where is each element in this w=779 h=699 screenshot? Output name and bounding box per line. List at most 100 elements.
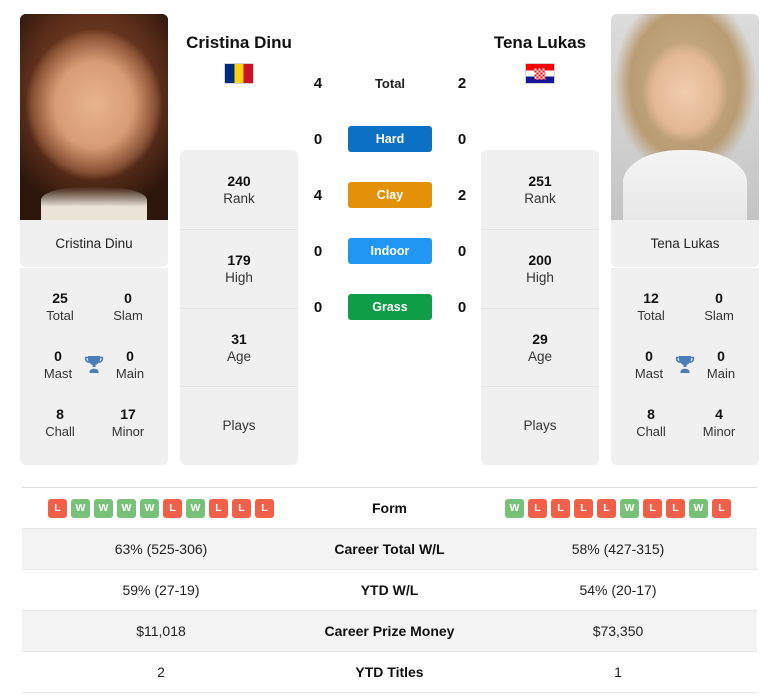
form-badge-loss: L [163, 498, 182, 518]
titles-cell: 8 Chall [625, 406, 677, 440]
player-photo-caption-left: Cristina Dinu [20, 220, 168, 267]
h2h-score-right: 0 [457, 130, 467, 148]
stat-value: 179 [227, 251, 251, 268]
stat-row-high: 200 High [481, 228, 599, 308]
titles-row: 0 Mast 0 Main [20, 336, 168, 394]
titles-cell: 25 Total [34, 290, 86, 324]
value-left: $11,018 [22, 610, 300, 652]
h2h-row-clay: 4 Clay 2 [305, 167, 475, 223]
titles-value: 0 [126, 348, 134, 365]
comparison-table: LWWWWLWLLL Form WLLLLWLLWL 63% (525-306)… [22, 487, 757, 693]
row-label: Form [300, 487, 479, 529]
stat-row-rank: 240 Rank [180, 150, 298, 229]
value-right: 54% (20-17) [479, 569, 757, 611]
titles-value: 8 [647, 406, 655, 423]
stat-value: 240 [227, 172, 251, 189]
titles-row: 0 Mast 0 Main [611, 336, 759, 394]
value-right: 58% (427-315) [479, 528, 757, 570]
surface-badge-indoor[interactable]: Indoor [348, 238, 432, 264]
stat-label: High [225, 269, 253, 285]
titles-value: 4 [715, 406, 723, 423]
titles-label: Minor [702, 423, 736, 439]
titles-cell: 0 Main [697, 348, 745, 382]
stat-row-age: 29 Age [481, 307, 599, 387]
flag-romania-icon [224, 63, 254, 84]
titles-cell: 12 Total [625, 290, 677, 324]
titles-value: 0 [717, 348, 725, 365]
player-comparison-page: Cristina Dinu Tena Lukas 25 Total 0 Slam [0, 0, 779, 699]
h2h-row-hard: 0 Hard 0 [305, 111, 475, 167]
player-photo-card-left[interactable]: Cristina Dinu [20, 14, 168, 267]
form-badge-win: W [117, 498, 136, 518]
stat-label: Plays [222, 418, 256, 434]
titles-row: 8 Chall 4 Minor [611, 394, 759, 452]
surface-badge-clay[interactable]: Clay [348, 182, 432, 208]
titles-value: 25 [52, 290, 68, 307]
form-badge-win: W [689, 498, 708, 518]
table-row: 59% (27-19) YTD W/L 54% (20-17) [22, 569, 757, 611]
player-photo-card-right[interactable]: Tena Lukas [611, 14, 759, 267]
h2h-score-left: 0 [313, 298, 323, 316]
row-label: YTD Titles [300, 651, 479, 693]
form-badge-loss: L [666, 498, 685, 518]
stat-label: Rank [223, 190, 255, 206]
form-cell-right: WLLLLWLLWL [479, 487, 757, 529]
form-badge-loss: L [528, 498, 547, 518]
stat-row-age: 31 Age [180, 307, 298, 387]
form-strip-right: WLLLLWLLWL [479, 498, 757, 518]
titles-label: Main [115, 365, 145, 381]
lanyard-detail [671, 149, 686, 220]
stat-row-plays: Plays [481, 386, 599, 465]
trophy-icon [675, 356, 695, 373]
value-right: $73,350 [479, 610, 757, 652]
stat-label: Rank [524, 190, 556, 206]
h2h-row-grass: 0 Grass 0 [305, 279, 475, 335]
player-photo-caption-right: Tena Lukas [611, 220, 759, 267]
stat-value: 200 [528, 251, 552, 268]
stat-row-high: 179 High [180, 228, 298, 308]
surface-badge-hard[interactable]: Hard [348, 126, 432, 152]
row-label: Career Total W/L [300, 528, 479, 570]
titles-value: 12 [643, 290, 659, 307]
h2h-score-right: 2 [457, 186, 467, 204]
titles-label: Chall [636, 423, 666, 439]
stat-label: High [526, 269, 554, 285]
value-left: 59% (27-19) [22, 569, 300, 611]
form-badge-win: W [620, 498, 639, 518]
form-badge-loss: L [255, 498, 274, 518]
stat-value: 29 [532, 330, 548, 347]
player-photo-left [20, 14, 168, 220]
titles-label: Chall [45, 423, 75, 439]
row-label: Career Prize Money [300, 610, 479, 652]
titles-block-left: 25 Total 0 Slam 0 Mast 0 Main 8 Chall 17… [20, 268, 168, 465]
h2h-score-right: 0 [457, 242, 467, 260]
stat-value: 251 [528, 172, 552, 189]
surface-badge-grass[interactable]: Grass [348, 294, 432, 320]
titles-block-right: 12 Total 0 Slam 0 Mast 0 Main 8 Chall 4 … [611, 268, 759, 465]
form-badge-loss: L [232, 498, 251, 518]
titles-label: Mast [43, 365, 73, 381]
table-row: 63% (525-306) Career Total W/L 58% (427-… [22, 528, 757, 570]
titles-cell: 0 Mast [34, 348, 82, 382]
titles-label: Mast [634, 365, 664, 381]
titles-value: 0 [645, 348, 653, 365]
form-badge-loss: L [209, 498, 228, 518]
head-to-head-column: 4 Total 2 0 Hard 0 4 Clay 2 0 Indoor 0 0 [305, 55, 475, 335]
player-photo-right [611, 14, 759, 220]
titles-row: 25 Total 0 Slam [20, 278, 168, 336]
titles-cell: 4 Minor [693, 406, 745, 440]
stat-row-plays: Plays [180, 386, 298, 465]
titles-label: Total [637, 307, 665, 323]
comparison-header-area: Cristina Dinu Tena Lukas 25 Total 0 Slam [0, 0, 779, 487]
titles-label: Slam [704, 307, 734, 323]
titles-cell: 0 Slam [102, 290, 154, 324]
titles-cell: 8 Chall [34, 406, 86, 440]
h2h-score-left: 4 [313, 74, 323, 92]
player-name-left: Cristina Dinu [186, 33, 292, 52]
form-badge-loss: L [551, 498, 570, 518]
titles-label: Main [706, 365, 736, 381]
titles-label: Minor [111, 423, 145, 439]
form-badge-loss: L [597, 498, 616, 518]
titles-value: 0 [124, 290, 132, 307]
form-cell-left: LWWWWLWLLL [22, 487, 300, 529]
